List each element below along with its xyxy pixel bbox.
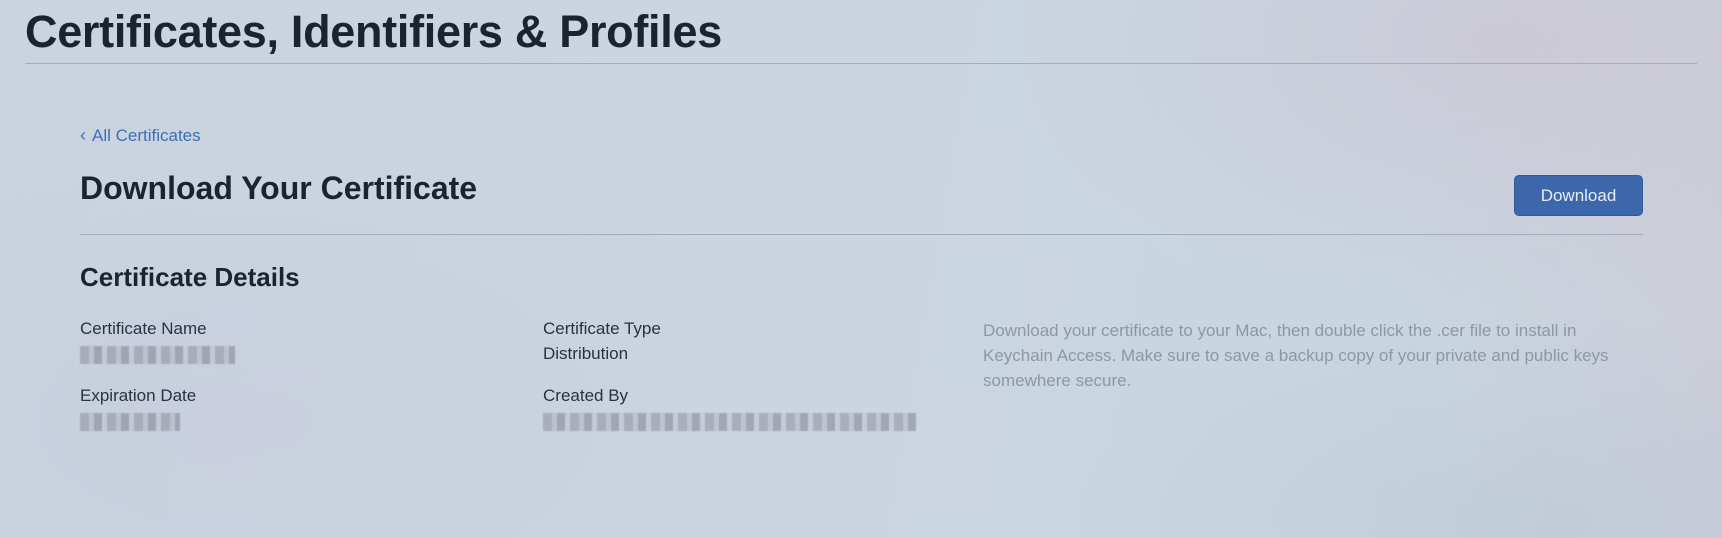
certificate-type-label: Certificate Type [543,319,661,338]
section-divider [80,234,1643,235]
certificate-name-value-redacted [80,346,235,364]
expiration-date-value-redacted [80,413,180,431]
back-link-label: All Certificates [92,126,201,145]
header-divider [25,63,1697,64]
section-title: Download Your Certificate [80,170,478,206]
certificate-details-heading: Certificate Details [80,262,300,292]
expiration-date-label: Expiration Date [80,386,197,405]
download-instructions-text: Download your certificate to your Mac, t… [983,321,1609,390]
certificate-type-value: Distribution [543,344,629,363]
created-by-label: Created By [543,386,629,405]
page-title: Certificates, Identifiers & Profiles [25,6,722,57]
download-button[interactable]: Download [1514,175,1643,216]
certificate-name-label: Certificate Name [80,319,207,338]
created-by-value-redacted [543,413,916,431]
chevron-left-icon: ‹ [80,125,86,145]
back-link-all-certificates[interactable]: ‹ All Certificates [80,126,201,146]
